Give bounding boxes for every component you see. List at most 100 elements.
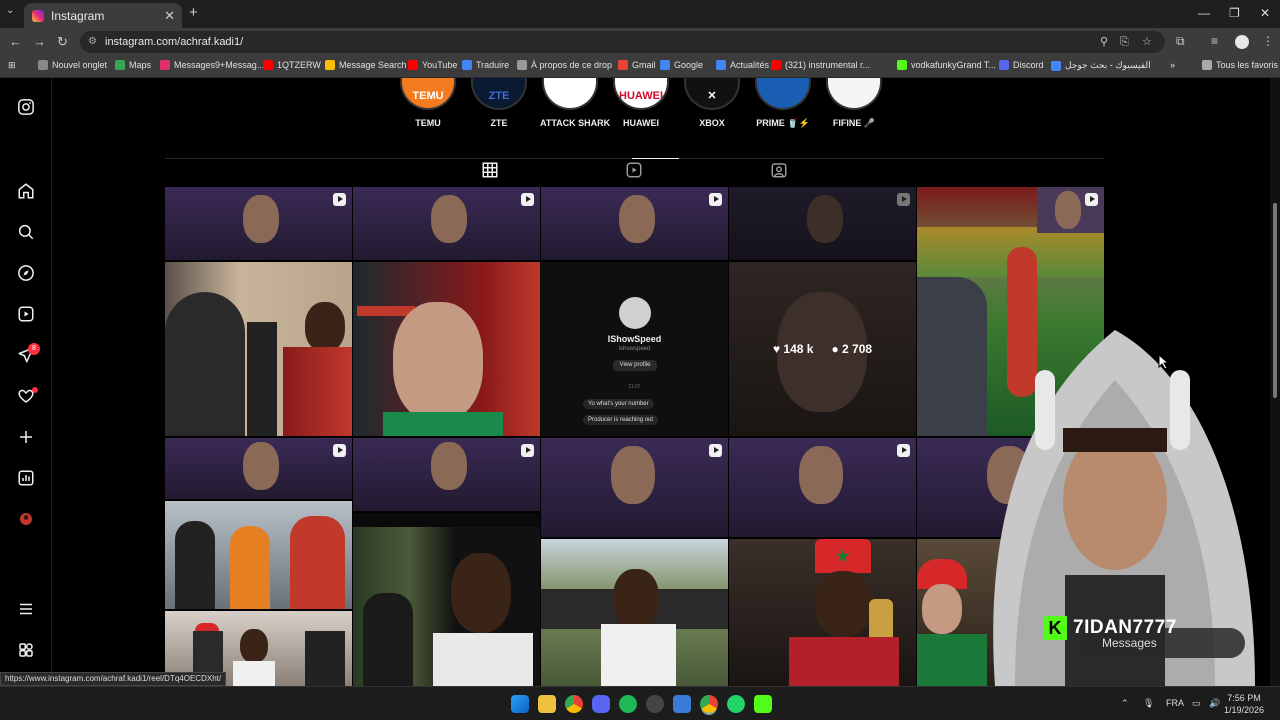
bookmark-item[interactable]: Maps — [115, 60, 151, 70]
profile-avatar-icon[interactable] — [17, 510, 35, 528]
bookmark-label: Traduire — [476, 60, 510, 70]
highlight-item[interactable]: FIFINE 🎤 — [824, 78, 884, 129]
chrome-active-icon[interactable] — [700, 695, 718, 713]
tab-close-icon[interactable]: ✕ — [164, 8, 175, 24]
post-reel-7[interactable] — [353, 438, 540, 511]
reel-icon — [709, 444, 722, 457]
app-icon[interactable] — [673, 695, 691, 713]
close-window-icon[interactable]: ✕ — [1260, 6, 1270, 20]
forward-icon[interactable]: → — [33, 34, 46, 49]
bookmark-star-icon[interactable]: ☆ — [1142, 31, 1152, 53]
chrome-icon[interactable] — [565, 695, 583, 713]
post-reel-1[interactable] — [165, 187, 352, 260]
file-explorer-icon[interactable] — [538, 695, 556, 713]
reels-icon[interactable] — [17, 305, 35, 323]
post-photo-hover[interactable]: ♥ 148 k ● 2 708 — [729, 262, 916, 436]
bookmark-item[interactable]: Gmail — [618, 60, 656, 70]
mic-icon[interactable]: 🎙 — [1143, 698, 1154, 709]
reel-icon — [1085, 193, 1098, 206]
post-photo-fez[interactable]: ★ — [729, 539, 916, 686]
language-indicator[interactable]: FRA — [1166, 698, 1184, 708]
minimize-icon[interactable]: — — [1198, 6, 1210, 20]
tab-search-icon[interactable]: ⌄ — [6, 5, 14, 16]
highlight-item[interactable]: TEMU TEMU — [398, 78, 458, 128]
bookmark-item[interactable]: Messages9+Messag... — [160, 60, 264, 70]
bookmark-item[interactable]: À propos de ce drop — [517, 60, 612, 70]
bookmark-item[interactable]: Actualités — [716, 60, 769, 70]
bookmark-item[interactable]: Google — [660, 60, 703, 70]
site-info-icon[interactable]: ⚙ — [88, 31, 97, 53]
highlight-label: ATTACK SHARK — [540, 118, 611, 128]
url-text: instagram.com/achraf.kadi1/ — [105, 36, 244, 48]
bookmark-item[interactable]: الفيسبوك - بحث جوجل — [1051, 60, 1151, 71]
bookmark-item[interactable]: YouTube — [408, 60, 457, 70]
explore-icon[interactable] — [17, 264, 35, 282]
back-icon[interactable]: ← — [9, 34, 22, 49]
bookmark-item[interactable]: (321) instrumental r... — [771, 60, 870, 70]
instagram-logo-icon[interactable] — [17, 98, 35, 116]
post-reel-2[interactable] — [353, 187, 540, 260]
volume-icon[interactable]: 🔊 — [1209, 698, 1220, 709]
bookmarks-overflow-icon[interactable]: » — [1170, 60, 1175, 70]
post-reel-car[interactable] — [353, 513, 540, 686]
post-reel-4[interactable] — [729, 187, 916, 260]
profile-avatar-icon[interactable] — [1235, 35, 1249, 49]
highlight-item[interactable]: ATTACK SHARK — [540, 78, 611, 128]
bookmark-item[interactable]: 1QTZERW — [263, 60, 321, 70]
bookmark-item[interactable]: Nouvel onglet — [38, 60, 107, 70]
reload-icon[interactable]: ↻ — [57, 34, 68, 50]
dashboard-icon[interactable] — [17, 469, 35, 487]
new-tab-icon[interactable]: + — [189, 4, 198, 21]
highlight-item[interactable]: PRIME 🥤⚡ — [753, 78, 813, 129]
bookmark-favicon-icon — [325, 60, 335, 70]
media-icon[interactable]: ≡ — [1211, 34, 1218, 48]
tab-instagram[interactable]: Instagram ✕ — [24, 3, 182, 28]
windows-start-icon[interactable] — [511, 695, 529, 713]
also-from-meta-icon[interactable] — [17, 641, 35, 659]
highlight-item[interactable]: HUAWEI HUAWEI — [611, 78, 671, 128]
dm-avatar-icon — [619, 297, 651, 329]
bookmark-item[interactable]: Discord — [999, 60, 1044, 70]
tab-reels-icon[interactable] — [625, 161, 643, 179]
extensions-icon[interactable]: ⧉ — [1176, 34, 1185, 49]
menu-icon[interactable]: ⋮ — [1262, 34, 1274, 48]
dm-message-2: Producer is reaching out — [583, 415, 659, 425]
mouse-cursor-icon — [1158, 354, 1170, 370]
bookmark-item[interactable]: Message Search — [325, 60, 407, 70]
scroll-thumb[interactable] — [1273, 203, 1277, 398]
kick-icon[interactable] — [754, 695, 772, 713]
app-icon[interactable] — [646, 695, 664, 713]
more-menu-icon[interactable] — [17, 600, 35, 618]
tab-tagged-icon[interactable] — [770, 161, 788, 179]
restore-icon[interactable]: ❐ — [1229, 6, 1240, 20]
network-icon[interactable]: ▭ — [1192, 698, 1201, 709]
tray-overflow-icon[interactable]: ⌃ — [1121, 698, 1129, 709]
whatsapp-icon[interactable] — [727, 695, 745, 713]
post-reel-8[interactable] — [541, 438, 728, 537]
highlight-item[interactable]: ✕ XBOX — [682, 78, 742, 128]
post-photo-2[interactable] — [353, 262, 540, 436]
address-bar[interactable]: ⚙ instagram.com/achraf.kadi1/ ⚲ ⎘ ☆ — [80, 31, 1165, 53]
bookmark-item[interactable]: vodkafunkyGrand T... — [897, 60, 996, 70]
search-icon[interactable] — [17, 223, 35, 241]
post-reel-9[interactable] — [729, 438, 916, 537]
highlight-item[interactable]: ZTE ZTE — [469, 78, 529, 128]
discord-icon[interactable] — [592, 695, 610, 713]
home-icon[interactable] — [17, 182, 35, 200]
post-photo-group-1[interactable] — [165, 501, 352, 609]
zoom-icon[interactable]: ⚲ — [1100, 31, 1108, 53]
tab-posts-grid-icon[interactable] — [481, 161, 499, 179]
bookmark-item[interactable]: Traduire — [462, 60, 509, 70]
page-scrollbar[interactable] — [1270, 78, 1280, 686]
post-dm-screenshot[interactable]: IShowSpeed ishowspeed View profile 11:07… — [541, 262, 728, 436]
post-photo-street[interactable] — [541, 539, 728, 686]
create-icon[interactable] — [17, 428, 35, 446]
apps-grid-icon[interactable]: ⊞ — [8, 60, 16, 71]
post-reel-6[interactable] — [165, 438, 352, 499]
spotify-icon[interactable] — [619, 695, 637, 713]
taskbar-clock[interactable]: 7:56 PM 1/19/2026 — [1224, 692, 1264, 716]
install-app-icon[interactable]: ⎘ — [1120, 31, 1129, 53]
post-photo-1[interactable] — [165, 262, 352, 436]
all-bookmarks[interactable]: Tous les favoris — [1202, 60, 1278, 70]
post-reel-3[interactable] — [541, 187, 728, 260]
